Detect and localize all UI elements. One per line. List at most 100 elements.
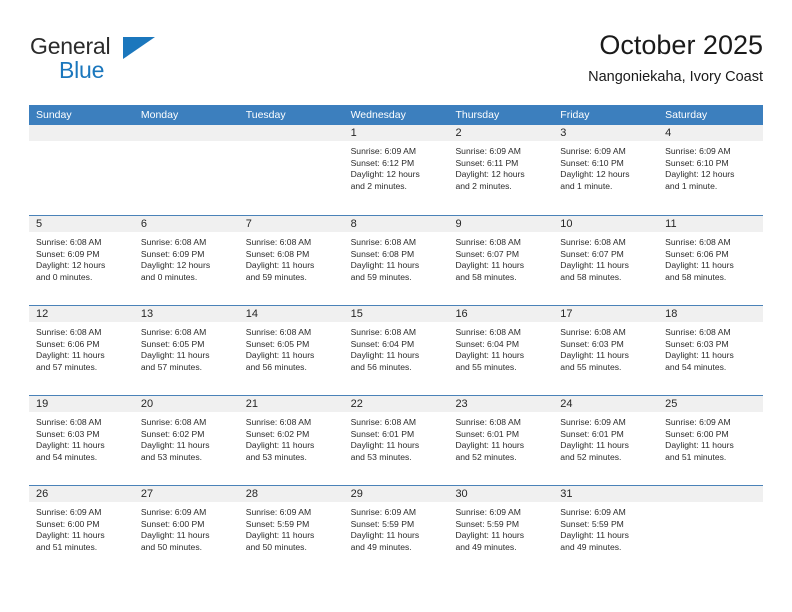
- calendar-day-cell[interactable]: 11 Sunrise: 6:08 AM Sunset: 6:06 PM Dayligh…: [658, 216, 764, 305]
- calendar-day-cell[interactable]: 28 Sunrise: 6:09 AM Sunset: 5:59 PM Dayligh…: [238, 486, 344, 575]
- day-detail-line: and 55 minutes.: [560, 361, 622, 372]
- day-number-strip: [553, 125, 659, 142]
- calendar-day-cell[interactable]: 26 Sunrise: 6:09 AM Sunset: 6:00 PM Dayligh…: [29, 486, 134, 575]
- day-detail-line: and 1 minute.: [560, 180, 613, 191]
- day-detail-line: and 58 minutes.: [665, 271, 727, 282]
- day-detail-line: and 58 minutes.: [455, 271, 517, 282]
- day-number: 22: [350, 398, 363, 410]
- day-detail-line: and 52 minutes.: [455, 451, 517, 462]
- day-detail-line: Sunrise: 6:08 AM: [36, 237, 102, 247]
- day-detail-line: Sunset: 5:59 PM: [560, 518, 624, 529]
- calendar-day-cell[interactable]: 24 Sunrise: 6:09 AM Sunset: 6:01 PM Dayligh…: [553, 396, 659, 485]
- calendar-day-cell[interactable]: 4 Sunrise: 6:09 AM Sunset: 6:10 PM Daylight…: [658, 125, 764, 215]
- brand-logo[interactable]: General Blue: [29, 32, 229, 92]
- day-detail-line: Daylight: 12 hours: [140, 260, 211, 271]
- calendar-day-cell[interactable]: 3 Sunrise: 6:09 AM Sunset: 6:10 PM Daylight…: [553, 125, 659, 215]
- day-detail-line: Sunset: 6:00 PM: [140, 518, 205, 529]
- day-details: Sunrise: 6:09 AM Sunset: 5:59 PM Daylight:…: [239, 503, 344, 553]
- day-details: Sunrise: 6:09 AM Sunset: 6:00 PM Daylight:…: [658, 413, 763, 463]
- day-details: Sunrise: 6:09 AM Sunset: 6:00 PM Daylight:…: [29, 503, 134, 553]
- day-number: 8: [350, 218, 357, 230]
- day-detail-line: and 49 minutes.: [350, 541, 412, 552]
- calendar-day-cell[interactable]: 9 Sunrise: 6:08 AM Sunset: 6:07 PM Daylight…: [448, 216, 554, 305]
- day-detail-line: and 58 minutes.: [560, 271, 622, 282]
- calendar-day-cell[interactable]: 6 Sunrise: 6:08 AM Sunset: 6:09 PM Daylight…: [133, 216, 239, 305]
- day-detail-line: Daylight: 11 hours: [350, 440, 420, 451]
- day-detail-line: Daylight: 11 hours: [140, 530, 210, 541]
- calendar-day-cell[interactable]: 18 Sunrise: 6:08 AM Sunset: 6:03 PM Dayligh…: [658, 306, 764, 395]
- day-detail-line: and 51 minutes.: [665, 451, 727, 462]
- calendar-day-cell[interactable]: 30 Sunrise: 6:09 AM Sunset: 5:59 PM Dayligh…: [448, 486, 554, 575]
- day-details: Sunrise: 6:08 AM Sunset: 6:08 PM Daylight:…: [239, 233, 344, 283]
- day-detail-line: Sunset: 6:11 PM: [455, 157, 519, 168]
- calendar-day-cell[interactable]: 25 Sunrise: 6:09 AM Sunset: 6:00 PM Dayligh…: [658, 396, 764, 485]
- page-title: October 2025: [599, 30, 763, 60]
- day-number-strip: [658, 486, 764, 503]
- calendar-day-cell[interactable]: 31 Sunrise: 6:09 AM Sunset: 5:59 PM Dayligh…: [553, 486, 659, 575]
- calendar-day-cell[interactable]: 16 Sunrise: 6:08 AM Sunset: 6:04 PM Dayligh…: [448, 306, 554, 395]
- day-detail-line: Sunrise: 6:08 AM: [350, 417, 417, 427]
- day-detail-line: Daylight: 11 hours: [560, 530, 629, 541]
- calendar-day-cell[interactable]: 23 Sunrise: 6:08 AM Sunset: 6:01 PM Dayligh…: [448, 396, 554, 485]
- day-detail-line: Sunrise: 6:08 AM: [140, 237, 207, 247]
- day-detail-line: Daylight: 11 hours: [455, 260, 525, 271]
- day-detail-line: Daylight: 11 hours: [455, 350, 525, 361]
- day-details: Sunrise: 6:08 AM Sunset: 6:03 PM Daylight:…: [658, 323, 763, 373]
- calendar-day-cell[interactable]: 7 Sunrise: 6:08 AM Sunset: 6:08 PM Daylight…: [238, 216, 344, 305]
- calendar-day-cell[interactable]: 29 Sunrise: 6:09 AM Sunset: 5:59 PM Dayligh…: [343, 486, 449, 575]
- day-detail-line: Daylight: 11 hours: [455, 440, 525, 451]
- calendar-day-cell[interactable]: 20 Sunrise: 6:08 AM Sunset: 6:02 PM Dayligh…: [133, 396, 239, 485]
- day-number: 11: [665, 218, 677, 230]
- day-detail-line: Daylight: 11 hours: [665, 260, 734, 271]
- day-detail-line: Daylight: 11 hours: [36, 350, 105, 361]
- day-detail-line: Daylight: 11 hours: [245, 260, 315, 271]
- day-detail-line: Sunset: 6:02 PM: [245, 428, 310, 439]
- day-number: 1: [350, 127, 357, 139]
- day-number-strip: [29, 125, 134, 142]
- calendar-day-cell[interactable]: 1 Sunrise: 6:09 AM Sunset: 6:12 PM Daylight…: [343, 125, 449, 215]
- day-number: 24: [560, 398, 573, 410]
- day-detail-line: and 49 minutes.: [455, 541, 517, 552]
- calendar-day-cell[interactable]: 5 Sunrise: 6:08 AM Sunset: 6:09 PM Daylight…: [29, 216, 134, 305]
- day-details: Sunrise: 6:08 AM Sunset: 6:05 PM Daylight:…: [134, 323, 239, 373]
- calendar-day-cell[interactable]: 15 Sunrise: 6:08 AM Sunset: 6:04 PM Dayligh…: [343, 306, 449, 395]
- weekday-header-thursday: Thursday: [455, 109, 500, 121]
- day-detail-line: Sunrise: 6:08 AM: [140, 327, 207, 337]
- calendar-day-cell-empty: [133, 125, 239, 215]
- day-details: Sunrise: 6:08 AM Sunset: 6:01 PM Daylight:…: [344, 413, 449, 463]
- day-detail-line: Sunrise: 6:09 AM: [140, 507, 207, 517]
- calendar-day-cell[interactable]: 10 Sunrise: 6:08 AM Sunset: 6:07 PM Dayligh…: [553, 216, 659, 305]
- calendar-day-cell[interactable]: 19 Sunrise: 6:08 AM Sunset: 6:03 PM Dayligh…: [29, 396, 134, 485]
- day-detail-line: and 55 minutes.: [455, 361, 517, 372]
- calendar-week-row: 12 Sunrise: 6:08 AM Sunset: 6:06 PM Dayligh…: [29, 305, 764, 395]
- calendar-day-cell[interactable]: 22 Sunrise: 6:08 AM Sunset: 6:01 PM Dayligh…: [343, 396, 449, 485]
- day-detail-line: Sunrise: 6:09 AM: [665, 417, 731, 427]
- calendar-day-cell[interactable]: 21 Sunrise: 6:08 AM Sunset: 6:02 PM Dayligh…: [238, 396, 344, 485]
- calendar-week-row: 19 Sunrise: 6:08 AM Sunset: 6:03 PM Dayligh…: [29, 395, 764, 485]
- calendar-day-cell[interactable]: 27 Sunrise: 6:09 AM Sunset: 6:00 PM Dayligh…: [133, 486, 239, 575]
- calendar-day-cell[interactable]: 8 Sunrise: 6:08 AM Sunset: 6:08 PM Daylight…: [343, 216, 449, 305]
- calendar-day-cell[interactable]: 2 Sunrise: 6:09 AM Sunset: 6:11 PM Daylight…: [448, 125, 554, 215]
- day-number: 29: [350, 488, 363, 500]
- weekday-header-friday: Friday: [560, 109, 590, 121]
- calendar-day-cell[interactable]: 12 Sunrise: 6:08 AM Sunset: 6:06 PM Dayligh…: [29, 306, 134, 395]
- calendar-day-cell[interactable]: 13 Sunrise: 6:08 AM Sunset: 6:05 PM Dayligh…: [133, 306, 239, 395]
- day-detail-line: Sunrise: 6:08 AM: [455, 237, 521, 247]
- weekday-header-saturday: Saturday: [665, 109, 708, 121]
- calendar-week-row: 5 Sunrise: 6:08 AM Sunset: 6:09 PM Daylight…: [29, 215, 764, 305]
- day-number-strip: [343, 125, 449, 142]
- calendar-day-cell[interactable]: 14 Sunrise: 6:08 AM Sunset: 6:05 PM Dayligh…: [238, 306, 344, 395]
- day-details: Sunrise: 6:08 AM Sunset: 6:07 PM Daylight:…: [448, 233, 553, 283]
- day-details: Sunrise: 6:08 AM Sunset: 6:04 PM Daylight:…: [344, 323, 449, 373]
- day-details: Sunrise: 6:08 AM Sunset: 6:06 PM Daylight:…: [658, 233, 763, 283]
- day-detail-line: Daylight: 11 hours: [245, 530, 315, 541]
- day-detail-line: Sunrise: 6:09 AM: [560, 146, 626, 156]
- day-detail-line: Sunset: 6:05 PM: [140, 338, 205, 349]
- day-detail-line: Sunset: 6:12 PM: [350, 157, 415, 168]
- day-detail-line: Sunset: 6:01 PM: [350, 428, 415, 439]
- day-details: Sunrise: 6:09 AM Sunset: 6:10 PM Daylight:…: [658, 142, 763, 192]
- day-detail-line: Sunset: 6:07 PM: [560, 248, 624, 259]
- calendar-day-cell[interactable]: 17 Sunrise: 6:08 AM Sunset: 6:03 PM Dayligh…: [553, 306, 659, 395]
- day-number-strip: [238, 216, 344, 233]
- day-detail-line: and 52 minutes.: [560, 451, 622, 462]
